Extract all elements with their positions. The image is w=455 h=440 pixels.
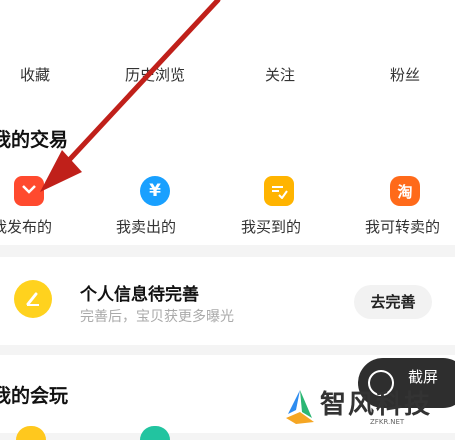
annotation-arrow (40, 0, 221, 192)
